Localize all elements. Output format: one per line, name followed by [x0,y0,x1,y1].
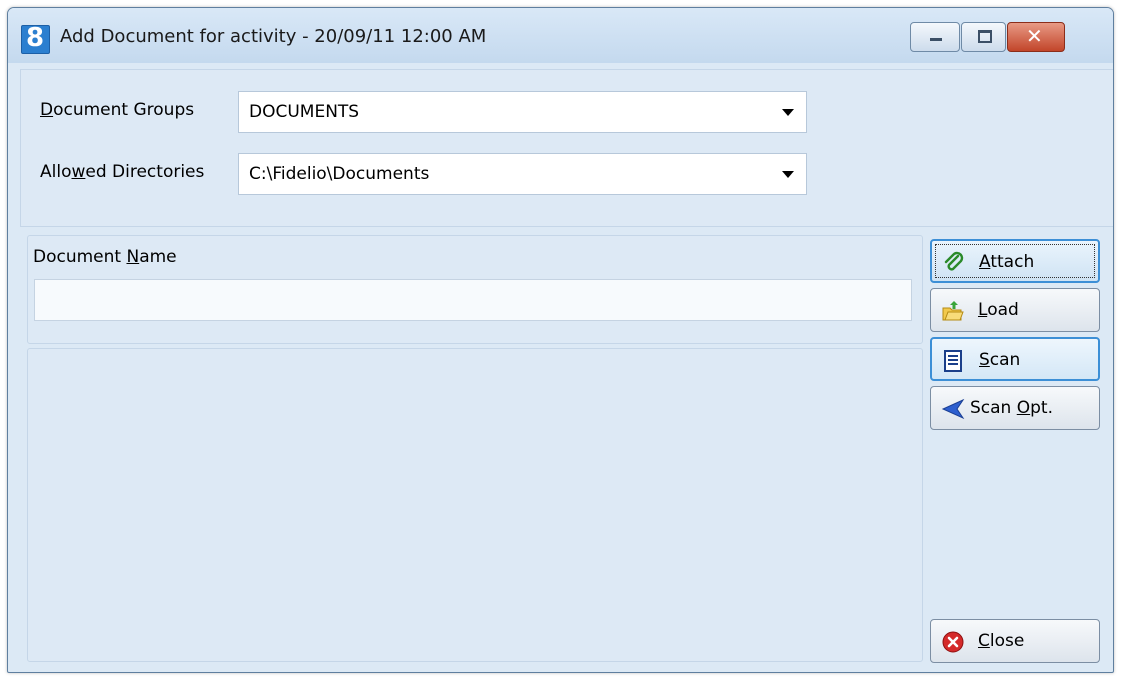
close-icon: ✕ [1026,24,1043,48]
paperclip-icon [944,251,964,271]
attach-button[interactable]: Attach [930,239,1100,283]
scan-options-button[interactable]: Scan Opt. [930,386,1100,430]
chevron-down-icon[interactable] [782,109,794,116]
document-groups-label: Document Groups [40,100,195,120]
document-preview-area [27,348,923,662]
chevron-down-icon[interactable] [782,171,794,178]
minimize-button[interactable] [910,22,960,52]
window-title: Add Document for activity - 20/09/11 12:… [60,26,487,47]
document-name-field[interactable] [34,279,912,321]
add-document-dialog: 8 Add Document for activity - 20/09/11 1… [7,7,1114,673]
maximize-button[interactable] [961,22,1006,52]
scan-button[interactable]: Scan [930,337,1100,381]
close-button[interactable]: Close [930,619,1100,663]
allowed-directories-value: C:\Fidelio\Documents [249,164,430,184]
window-close-button[interactable]: ✕ [1007,22,1065,52]
document-groups-select[interactable]: DOCUMENTS [238,91,807,133]
allowed-directories-select[interactable]: C:\Fidelio\Documents [238,153,807,195]
document-name-label: Document Name [33,247,177,267]
allowed-directories-label: Allowed Directories [40,162,205,182]
document-icon [944,350,962,372]
document-groups-value: DOCUMENTS [249,102,360,122]
title-bar[interactable]: 8 Add Document for activity - 20/09/11 1… [8,8,1113,63]
folder-open-icon [942,301,964,321]
load-button[interactable]: Load [930,288,1100,332]
close-circle-icon [942,631,964,653]
maximize-icon [978,30,992,43]
minimize-icon [930,38,942,41]
back-arrow-icon [941,398,965,420]
app-icon: 8 [21,23,50,54]
